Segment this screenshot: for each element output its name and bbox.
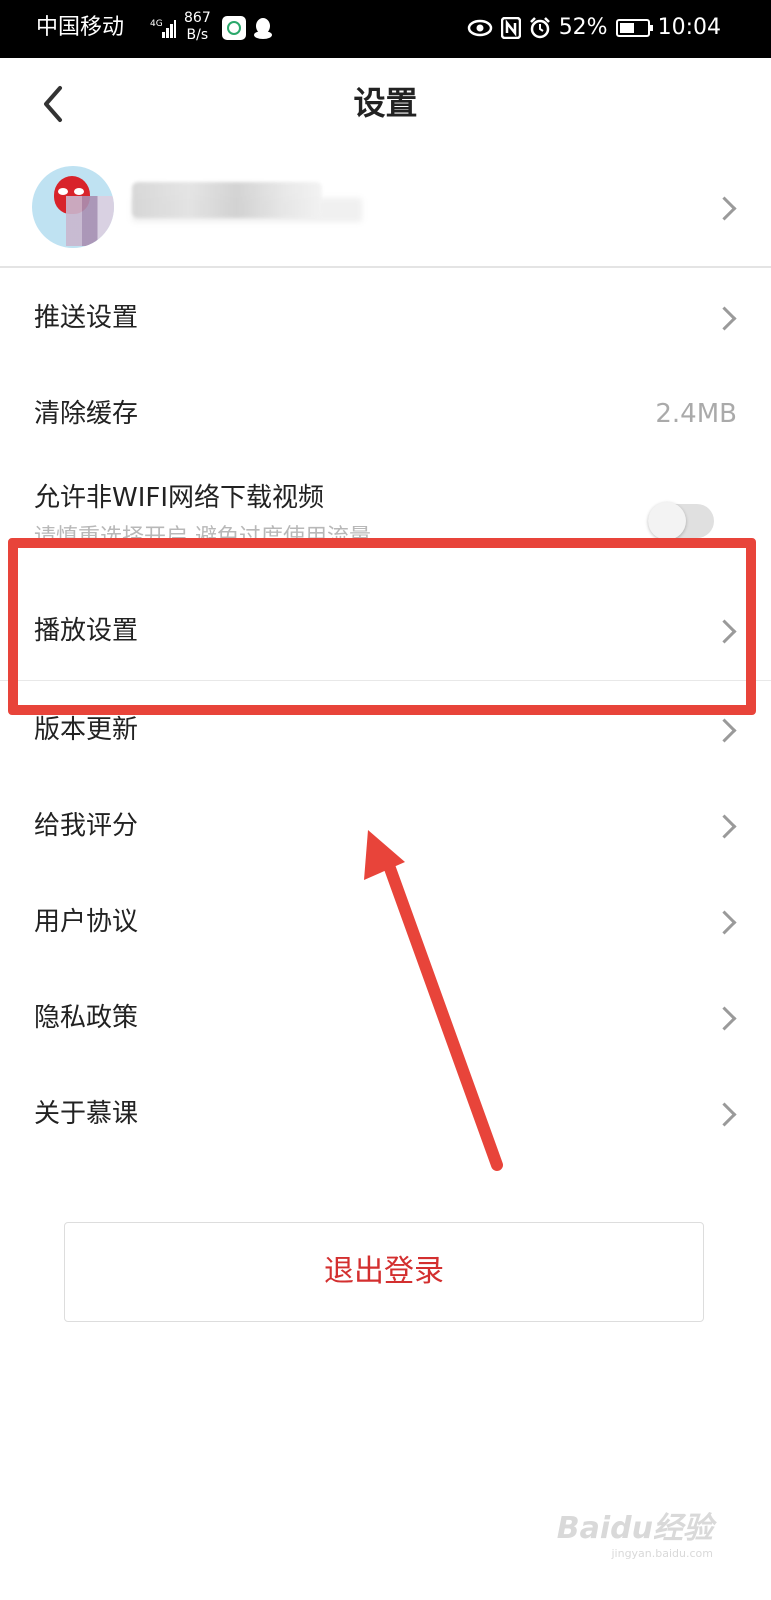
settings-row-label: 播放设置	[34, 616, 139, 646]
network-speed: 867 B/s	[184, 10, 211, 44]
avatar-mosaic	[66, 196, 114, 246]
settings-row-user-agreement[interactable]: 用户协议	[0, 874, 771, 970]
app-notification-icon	[222, 16, 246, 40]
settings-row-about[interactable]: 关于慕课	[0, 1066, 771, 1162]
watermark-text: Baidu经验	[556, 1511, 713, 1546]
avatar-eye-right	[74, 188, 84, 195]
qq-icon	[254, 18, 272, 39]
baidu-watermark: Baidu经验 jingyan.baidu.com	[557, 1503, 713, 1560]
signal-icon: 4G	[150, 19, 176, 38]
battery-icon	[615, 19, 653, 37]
settings-row-label: 给我评分	[34, 811, 139, 841]
chevron-right-icon	[712, 1006, 737, 1031]
chevron-right-icon	[712, 814, 737, 839]
avatar	[32, 166, 114, 248]
chevron-right-icon	[712, 1102, 737, 1127]
svg-text:4G: 4G	[150, 19, 163, 29]
divider	[0, 680, 771, 681]
nav-header: 设置	[0, 58, 771, 150]
settings-row-privacy[interactable]: 隐私政策	[0, 970, 771, 1066]
network-speed-value: 867	[184, 10, 211, 26]
clock: 10:04	[657, 15, 721, 40]
settings-row-label: 版本更新	[34, 715, 139, 745]
profile-row[interactable]	[0, 150, 771, 268]
network-speed-unit: B/s	[186, 27, 209, 43]
alarm-icon	[529, 17, 550, 39]
eye-icon	[467, 19, 492, 37]
settings-row-push[interactable]: 推送设置	[0, 270, 771, 366]
settings-row-label: 用户协议	[34, 907, 139, 937]
settings-row-rate[interactable]: 给我评分	[0, 778, 771, 874]
settings-row-label: 推送设置	[34, 303, 139, 333]
carrier-name: 中国移动	[36, 15, 125, 40]
settings-row-sublabel: 请慎重选择开启 避免过度使用流量	[34, 525, 371, 550]
chevron-right-icon	[712, 306, 737, 331]
settings-row-label: 清除缓存	[34, 399, 139, 429]
settings-row-label: 隐私政策	[34, 1003, 139, 1033]
username-blurred	[132, 182, 322, 218]
toggle-knob	[648, 502, 686, 540]
avatar-eye-left	[58, 188, 68, 195]
status-right: 52% 10:04	[467, 14, 721, 42]
settings-row-clear-cache[interactable]: 清除缓存 2.4MB	[0, 366, 771, 462]
settings-row-label: 允许非WIFI网络下载视频	[34, 483, 324, 513]
page-title: 设置	[353, 84, 418, 122]
chevron-right-icon	[712, 910, 737, 935]
chevron-right-icon	[712, 619, 737, 644]
watermark-url: jingyan.baidu.com	[611, 1547, 713, 1560]
cache-size-value: 2.4MB	[655, 399, 737, 429]
nfc-icon	[500, 17, 521, 39]
settings-row-version-update[interactable]: 版本更新	[0, 682, 771, 778]
chevron-right-icon	[712, 196, 737, 221]
settings-row-label: 关于慕课	[34, 1099, 139, 1129]
chevron-right-icon	[712, 718, 737, 743]
settings-row-playback[interactable]: 播放设置	[0, 583, 771, 679]
status-bar: 中国移动 4G 867 B/s 52% 10:04	[0, 0, 771, 58]
logout-button[interactable]: 退出登录	[64, 1222, 704, 1322]
battery-percent: 52%	[558, 15, 608, 40]
wifi-download-toggle[interactable]	[648, 502, 714, 540]
